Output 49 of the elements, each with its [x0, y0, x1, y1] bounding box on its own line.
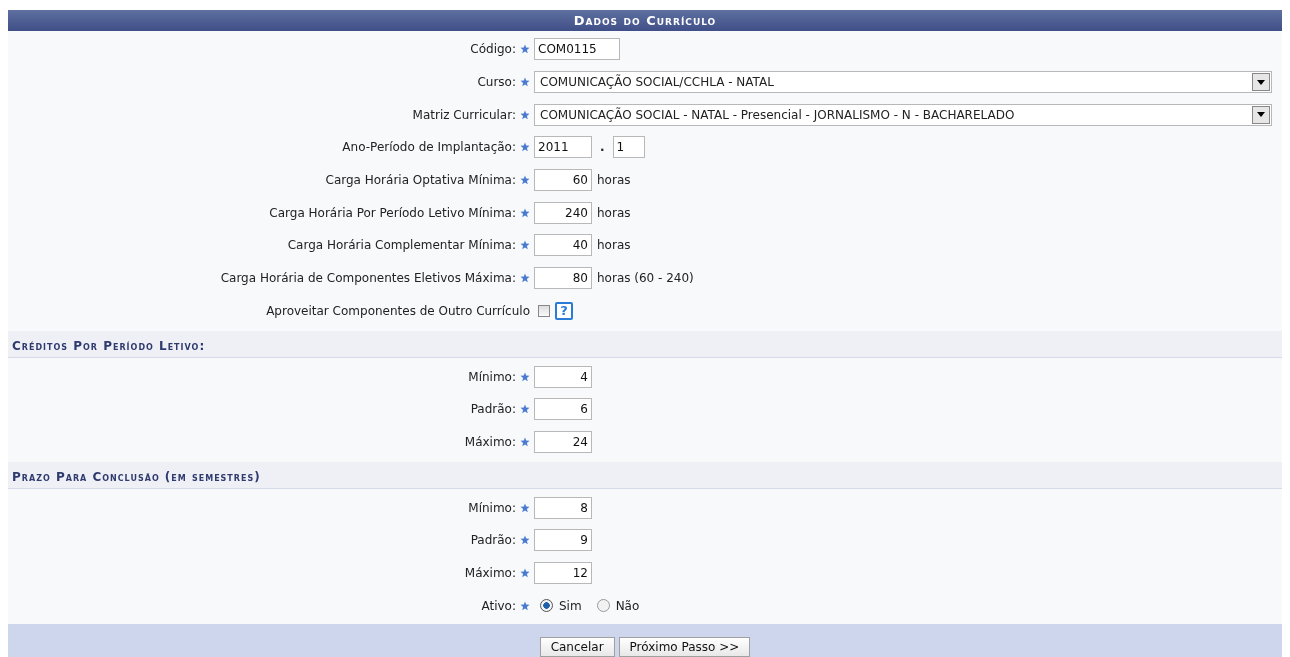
number-input[interactable]: 9 — [534, 529, 592, 552]
field-label: Padrão: — [470, 533, 516, 548]
caret-icon — [1257, 112, 1265, 118]
field-label: Máximo: — [464, 565, 516, 580]
period-separator: . — [599, 140, 606, 155]
checkbox[interactable] — [538, 304, 550, 317]
code-input[interactable]: COM0115 — [534, 38, 620, 61]
field-label: Aproveitar Componentes de Outro Currículo — [266, 303, 530, 318]
unit-label: horas (60 - 240) — [597, 271, 694, 286]
caret-icon — [1257, 79, 1265, 85]
number-input[interactable]: 60 — [534, 169, 592, 192]
field-label: Matriz Curricular: — [412, 107, 516, 122]
number-input[interactable]: 40 — [534, 234, 592, 257]
field-label: Carga Horária Por Período Letivo Mínima: — [269, 205, 516, 220]
field-label: Máximo: — [464, 434, 516, 449]
cancel-button[interactable]: Cancelar — [539, 637, 615, 657]
section-heading: Créditos Por Período Letivo: — [8, 331, 1282, 359]
unit-label: horas — [597, 173, 631, 188]
number-input[interactable]: 4 — [534, 365, 592, 388]
field-label: Mínimo: — [468, 369, 516, 384]
dropdown[interactable]: COMUNICAÇÃO SOCIAL/CCHLA - NATAL — [534, 71, 1272, 94]
field-label: Carga Horária de Componentes Eletivos Máxima: — [220, 271, 516, 286]
number-input[interactable]: 240 — [534, 201, 592, 224]
form-title: Dados do Currículo — [8, 10, 1282, 31]
radio-button[interactable] — [540, 599, 553, 613]
number-input[interactable]: 80 — [534, 267, 592, 290]
dropdown[interactable]: COMUNICAÇÃO SOCIAL - NATAL - Presencial - JORNALISMO - N - BACHARELADO — [534, 103, 1272, 126]
number-input[interactable]: 8 — [534, 496, 592, 519]
next-button[interactable]: Próximo Passo >> — [618, 637, 751, 657]
radio-label: Sim — [559, 598, 582, 613]
field-label: Código: — [470, 42, 516, 57]
field-label: Ano-Período de Implantação: — [342, 140, 516, 155]
field-label: Carga Horária Complementar Mínima: — [287, 238, 516, 253]
period-input[interactable]: 1 — [612, 136, 645, 159]
field-label: Carga Horária Optativa Mínima: — [325, 173, 516, 188]
number-input[interactable]: 6 — [534, 398, 592, 421]
number-input[interactable]: 12 — [534, 561, 592, 584]
field-label: Padrão: — [470, 402, 516, 417]
section-heading: Prazo Para Conclusão (em semestres) — [8, 462, 1282, 490]
number-input[interactable]: 24 — [534, 430, 592, 453]
radio-button[interactable] — [596, 599, 610, 613]
year-input[interactable]: 2011 — [534, 136, 592, 159]
field-label: Ativo: — [481, 598, 516, 613]
radio-label: Não — [615, 598, 640, 613]
field-label: Mínimo: — [468, 500, 516, 515]
help-icon[interactable]: ? — [555, 301, 573, 320]
field-label: Curso: — [477, 75, 516, 90]
unit-label: horas — [597, 238, 631, 253]
unit-label: horas — [597, 205, 631, 220]
